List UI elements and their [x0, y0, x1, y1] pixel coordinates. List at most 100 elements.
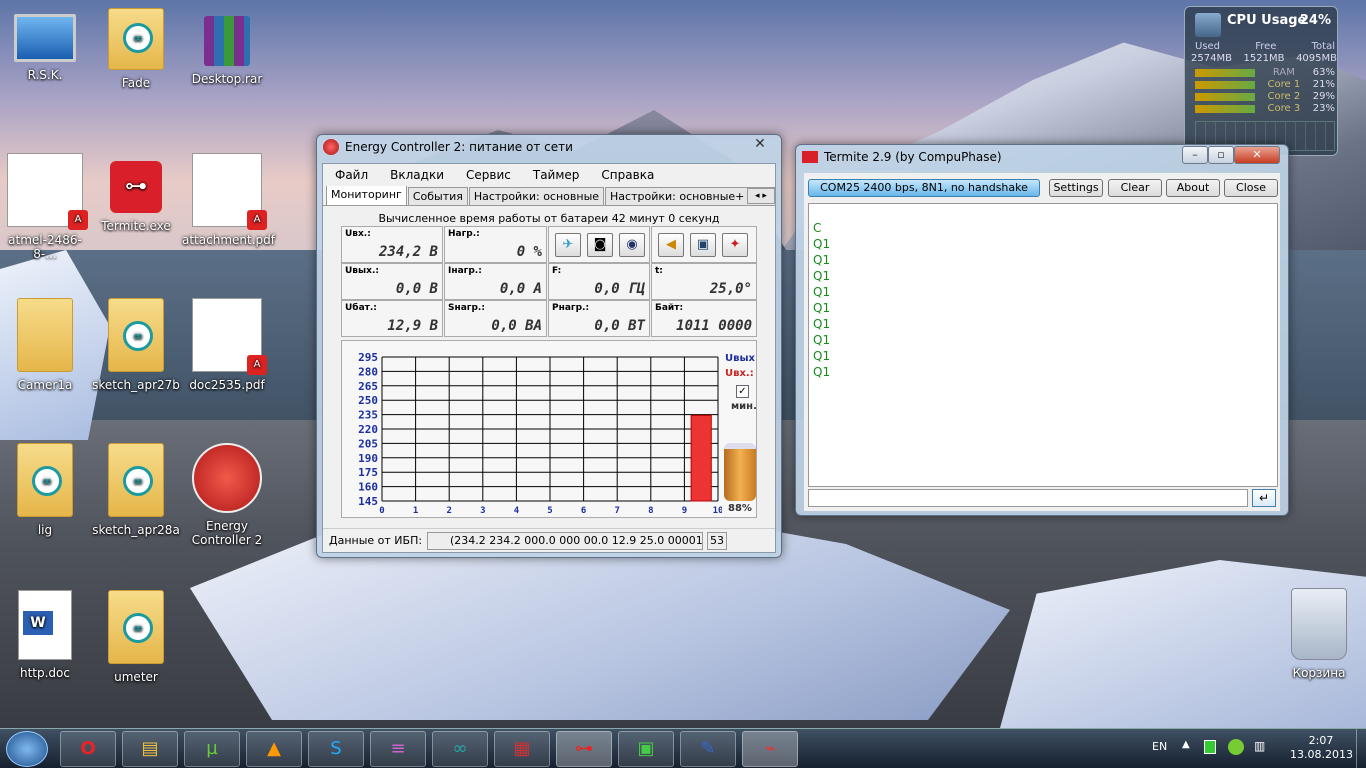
word-doc-icon: W	[18, 590, 72, 660]
y-tick-label: 145	[358, 495, 378, 508]
close-icon[interactable]: ✕	[1234, 146, 1280, 164]
desktop-icon-termite[interactable]: ⊶ Termite.exe	[91, 153, 181, 233]
energy-controller-window[interactable]: Energy Controller 2: питание от сети ✕ Ф…	[316, 134, 782, 558]
termite-window[interactable]: Termite 2.9 (by CompuPhase) – ▫ ✕ COM25 …	[795, 144, 1289, 516]
language-indicator[interactable]: EN	[1152, 740, 1167, 753]
taskbar-monitor-icon[interactable]: ▣	[618, 731, 674, 767]
desktop-icon-doc-http[interactable]: W http.doc	[0, 590, 90, 680]
termite-app-icon	[802, 151, 818, 163]
desktop-icon-label: atmel-2486-8-...	[8, 233, 82, 261]
desktop-icon-folder-camera[interactable]: Camer1a	[0, 298, 90, 392]
desktop-icon-label: Desktop.rar	[191, 72, 263, 86]
desktop-icon-label: Termite.exe	[101, 219, 171, 233]
port-config-button[interactable]: COM25 2400 bps, 8N1, no handshake	[808, 179, 1040, 197]
min-checkbox[interactable]: ✓	[736, 385, 749, 398]
taskbar-arduino-icon[interactable]: ∞	[432, 731, 488, 767]
legend-output: Uвых	[725, 353, 755, 364]
taskbar-paint-icon[interactable]: ✎	[680, 731, 736, 767]
terminal-output[interactable]: C Q1 Q1 Q1 Q1 Q1 Q1 Q1 Q1 Q1	[808, 203, 1278, 487]
minimize-icon[interactable]: –	[1182, 146, 1208, 164]
y-tick-label: 175	[358, 466, 378, 479]
power-plug-icon[interactable]: ✦	[722, 233, 748, 257]
memory-values: 2574MB 1521MB 4095MB	[1191, 53, 1337, 64]
desktop-icon-archive[interactable]: Desktop.rar	[182, 8, 272, 86]
bird-icon[interactable]: ✈	[555, 233, 581, 257]
tray-expand-icon[interactable]: ▲	[1182, 739, 1190, 750]
about-button[interactable]: About	[1166, 179, 1220, 197]
termite-app-icon: ⊶	[110, 161, 162, 213]
desktop-icon-label: lig	[37, 523, 53, 537]
battery-percent: 88%	[728, 503, 752, 514]
x-tick-label: 6	[581, 506, 586, 516]
enter-icon[interactable]: ↵	[1252, 489, 1276, 507]
clock[interactable]: 2:07 13.08.2013	[1290, 734, 1353, 762]
taskbar-toolbox-icon[interactable]: ▦	[494, 731, 550, 767]
tab-settings-basic[interactable]: Настройки: основные	[468, 187, 605, 205]
taskbar-opera-icon[interactable]: O	[60, 731, 116, 767]
start-orb-icon[interactable]	[6, 731, 48, 767]
camera-icon[interactable]: ◙	[587, 233, 613, 257]
desktop-icon-folder-fade[interactable]: ∞ Fade	[91, 8, 181, 90]
x-tick-label: 8	[648, 506, 653, 516]
cpu-rows: RAM 63% Core 1 21% Core 2 29% Core 3 23%	[1195, 67, 1335, 115]
close-icon[interactable]: ✕	[741, 136, 779, 154]
desktop-icon-pdf-atmel[interactable]: A atmel-2486-8-...	[0, 153, 90, 261]
tray-security-icon[interactable]	[1228, 739, 1244, 755]
desktop-icon-energy-controller[interactable]: Energy Controller 2	[182, 443, 272, 547]
desktop-icon-label: Energy Controller 2	[191, 519, 263, 547]
show-desktop-button[interactable]	[1356, 729, 1366, 768]
menu-file[interactable]: Файл	[323, 168, 378, 182]
desktop-icon-label: sketch_apr28a	[92, 523, 180, 537]
min-label: мин.	[731, 401, 757, 412]
cell-output-voltage: Uвых.: 0,0 В	[341, 263, 443, 300]
desktop-icon-label: R.S.K.	[27, 68, 63, 82]
x-tick-label: 7	[614, 506, 619, 516]
desktop-icon-pdf-attachment[interactable]: A attachment.pdf	[182, 153, 275, 247]
desktop-icon-pdf-doc2535[interactable]: A doc2535.pdf	[182, 298, 272, 392]
menu-service[interactable]: Сервис	[454, 168, 521, 182]
desktop-icon-recycle-bin[interactable]: Корзина	[1274, 588, 1364, 680]
maximize-icon[interactable]: ▫	[1208, 146, 1234, 164]
desktop-icon-computer[interactable]: R.S.K.	[0, 8, 90, 82]
desktop-icon-folder-sketch27b[interactable]: ∞ sketch_apr27b	[91, 298, 181, 392]
y-tick-label: 235	[358, 409, 378, 422]
speaker-icon[interactable]: ◀	[658, 233, 684, 257]
clear-button[interactable]: Clear	[1108, 179, 1162, 197]
energy-titlebar[interactable]: Energy Controller 2: питание от сети	[317, 135, 781, 159]
menu-timer[interactable]: Таймер	[521, 168, 590, 182]
save-icon[interactable]: ▣	[690, 233, 716, 257]
terminal-line: Q1	[813, 269, 831, 283]
y-tick-label: 295	[358, 351, 378, 364]
tab-monitoring[interactable]: Мониторинг	[326, 186, 407, 205]
x-tick-label: 3	[480, 506, 485, 516]
desktop-icon-folder-lig[interactable]: ∞ lig	[0, 443, 90, 537]
folder-icon: ∞	[108, 8, 164, 70]
menu-tabs[interactable]: Вкладки	[378, 168, 454, 182]
x-tick-label: 4	[514, 506, 520, 516]
taskbar-winrar-icon[interactable]: ≡	[370, 731, 426, 767]
desktop-icon-label: doc2535.pdf	[189, 378, 265, 392]
settings-button[interactable]: Settings	[1049, 179, 1103, 197]
cpu-percent: 24%	[1299, 13, 1331, 28]
taskbar-termite-icon[interactable]: ⊶	[556, 731, 612, 767]
desktop-icon-folder-sketch28a[interactable]: ∞ sketch_apr28a	[91, 443, 181, 537]
tab-scroll-arrows[interactable]: ◂ ▸	[747, 188, 775, 204]
taskbar-energy-controller-icon[interactable]: ⌁	[742, 731, 798, 767]
cpu-usage-gadget[interactable]: CPU Usage 24% Used Free Total 2574MB 1521MB…	[1184, 6, 1338, 156]
desktop-icon-folder-umeter[interactable]: ∞ umeter	[91, 590, 181, 684]
send-input[interactable]	[808, 489, 1248, 507]
shield-icon[interactable]: ◉	[619, 233, 645, 257]
close-button[interactable]: Close	[1224, 179, 1278, 197]
network-icon[interactable]: ▥	[1254, 739, 1265, 753]
tray-app-icon[interactable]	[1204, 740, 1216, 754]
taskbar-skype-icon[interactable]: S	[308, 731, 364, 767]
tab-events[interactable]: События	[407, 187, 468, 205]
taskbar-aimp-icon[interactable]: ▲	[246, 731, 302, 767]
taskbar-utorrent-icon[interactable]: µ	[184, 731, 240, 767]
battery-time-text: Вычисленное время работы от батареи 42 м…	[378, 212, 720, 225]
desktop-icon-label: Camer1a	[17, 378, 73, 392]
taskbar-explorer-icon[interactable]: ▤	[122, 731, 178, 767]
menu-help[interactable]: Справка	[589, 168, 664, 182]
cell-temperature: t: 25,0°	[651, 263, 757, 300]
folder-icon: ∞	[108, 298, 164, 372]
